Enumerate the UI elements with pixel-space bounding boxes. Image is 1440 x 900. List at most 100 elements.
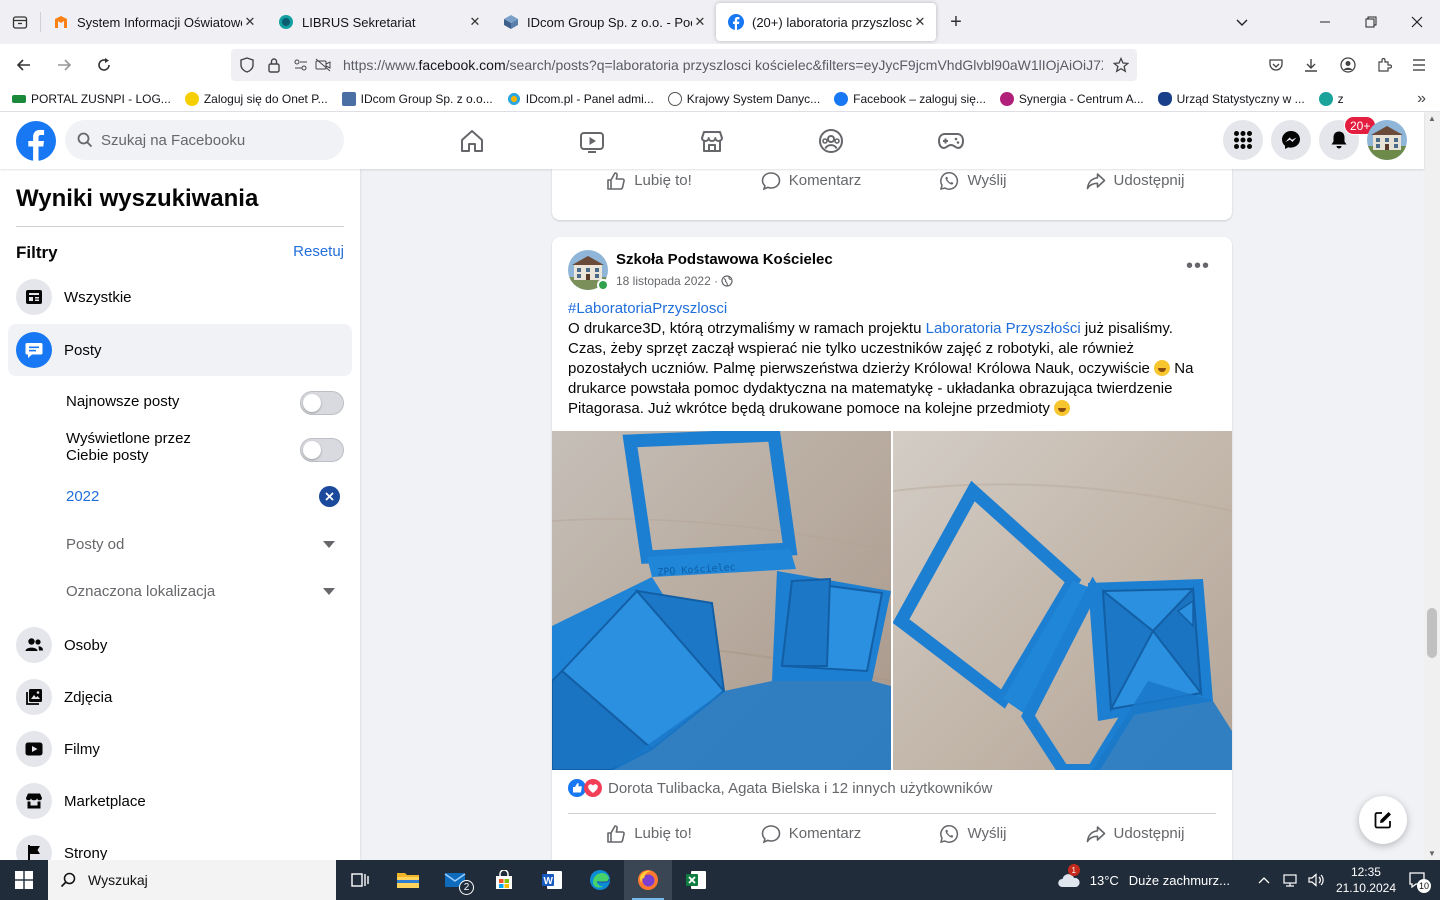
bookmark-item[interactable]: Krajowy System Danyc... <box>667 91 820 106</box>
firefox-icon[interactable] <box>624 860 672 900</box>
account-icon[interactable] <box>1330 49 1366 81</box>
close-tab-icon[interactable]: ✕ <box>467 14 483 30</box>
facebook-logo-icon[interactable] <box>16 121 56 161</box>
bookmark-item[interactable]: PORTAL ZUSNPI - LOG... <box>12 92 171 106</box>
excel-icon[interactable] <box>672 860 720 900</box>
new-message-button[interactable] <box>1359 796 1407 844</box>
show-hidden-icons-icon[interactable] <box>1258 875 1270 885</box>
weather-icon[interactable]: 1 <box>1056 864 1082 890</box>
comment-button[interactable]: Komentarz <box>730 169 892 200</box>
post-author-name[interactable]: Szkoła Podstawowa Kościelec <box>616 251 833 268</box>
bookmark-item[interactable]: Zaloguj się do Onet P... <box>184 91 328 106</box>
sidebar-item-photos[interactable]: Zdjęcia <box>8 671 352 723</box>
tab-list-icon[interactable] <box>0 0 40 44</box>
post-photo-1[interactable]: ZPO Kościelec <box>552 431 891 770</box>
reactions-summary[interactable]: Dorota Tulibacka, Agata Bielska i 12 inn… <box>568 779 992 797</box>
task-view-icon[interactable] <box>336 860 384 900</box>
tab-librus[interactable]: LIBRUS Sekretariat ✕ <box>266 3 491 41</box>
bookmark-item[interactable]: z <box>1318 91 1344 106</box>
reload-icon[interactable] <box>86 49 122 81</box>
forward-icon[interactable] <box>46 49 82 81</box>
sidebar-item-posts[interactable]: Posty <box>8 324 352 376</box>
messenger-icon[interactable] <box>1271 120 1311 160</box>
pocket-icon[interactable] <box>1258 49 1294 81</box>
permissions-icon[interactable] <box>293 58 309 72</box>
edge-icon[interactable] <box>576 860 624 900</box>
share-button[interactable]: Udostępnij <box>1054 814 1216 853</box>
sidebar-item-all[interactable]: Wszystkie <box>8 271 352 323</box>
windows-start-icon[interactable] <box>0 860 48 900</box>
clear-year-icon[interactable] <box>319 486 340 507</box>
tab-idcom[interactable]: IDcom Group Sp. z o.o. - Poczta ✕ <box>491 3 716 41</box>
bookmark-item[interactable]: IDcom.pl - Panel admi... <box>506 91 654 106</box>
camera-blocked-icon[interactable] <box>315 58 331 72</box>
new-tab-button[interactable]: + <box>936 3 976 41</box>
bookmark-item[interactable]: Facebook – zaloguj się... <box>834 91 986 106</box>
taskbar-search-input[interactable]: Wyszukaj <box>48 860 336 900</box>
sidebar-item-videos[interactable]: Filmy <box>8 723 352 775</box>
scroll-up-icon[interactable]: ▲ <box>1428 114 1436 123</box>
tagged-location-dropdown[interactable]: Oznaczona lokalizacja <box>66 583 215 600</box>
date-posted-filter[interactable]: 2022 <box>66 488 99 505</box>
clock[interactable]: 12:35 21.10.2024 <box>1336 864 1396 896</box>
menu-grid-icon[interactable] <box>1223 120 1263 160</box>
hashtag-link[interactable]: #LaboratoriaPrzyszlosci <box>568 300 727 317</box>
watch-icon[interactable] <box>571 122 613 160</box>
chevron-down-icon[interactable] <box>323 588 335 595</box>
seen-posts-toggle[interactable] <box>300 438 344 462</box>
like-button[interactable]: Lubię to! <box>568 814 730 853</box>
groups-icon[interactable] <box>810 122 852 160</box>
address-bar[interactable]: https://www.facebook.com/search/posts?q=… <box>231 49 1137 81</box>
comment-button[interactable]: Komentarz <box>730 814 892 853</box>
post-photo-2[interactable] <box>893 431 1232 770</box>
restore-icon[interactable] <box>1348 0 1394 44</box>
chevron-down-icon[interactable] <box>323 541 335 548</box>
sidebar-item-people[interactable]: Osoby <box>8 619 352 671</box>
send-whatsapp-button[interactable]: Wyślij <box>892 814 1054 853</box>
recent-posts-toggle[interactable] <box>300 391 344 415</box>
tab-facebook[interactable]: (20+) laboratoria przyszlosci kości ✕ <box>716 3 936 41</box>
tab-sio[interactable]: System Informacji Oświatowej ✕ <box>41 3 266 41</box>
posts-from-dropdown[interactable]: Posty od <box>66 536 124 553</box>
scrollbar-thumb[interactable] <box>1427 608 1437 658</box>
bookmark-star-icon[interactable] <box>1113 57 1129 73</box>
more-bookmarks-icon[interactable]: » <box>1417 90 1426 108</box>
temperature[interactable]: 13°C <box>1090 873 1119 888</box>
downloads-icon[interactable] <box>1293 49 1329 81</box>
notification-center-icon[interactable]: 10 <box>1408 871 1432 893</box>
sidebar-item-pages[interactable]: Strony <box>8 827 352 860</box>
close-tab-icon[interactable]: ✕ <box>242 14 258 30</box>
bookmark-item[interactable]: IDcom Group Sp. z o.o... <box>341 91 493 106</box>
gaming-icon[interactable] <box>930 122 972 160</box>
store-icon[interactable] <box>480 860 528 900</box>
facebook-search-input[interactable]: Szukaj na Facebooku <box>65 120 344 160</box>
bookmark-item[interactable]: Synergia - Centrum A... <box>999 91 1144 106</box>
network-icon[interactable] <box>1282 873 1298 887</box>
marketplace-icon[interactable] <box>691 122 733 160</box>
file-explorer-icon[interactable] <box>384 860 432 900</box>
scroll-down-icon[interactable]: ▼ <box>1428 849 1436 858</box>
minimize-icon[interactable] <box>1302 0 1348 44</box>
close-tab-icon[interactable]: ✕ <box>692 14 708 30</box>
reset-filters-link[interactable]: Resetuj <box>293 243 344 260</box>
list-all-tabs-icon[interactable] <box>1219 0 1265 44</box>
extensions-icon[interactable] <box>1366 49 1402 81</box>
bookmark-item[interactable]: Urząd Statystyczny w ... <box>1157 91 1305 106</box>
page-link[interactable]: Laboratoria Przyszłości <box>926 320 1081 337</box>
share-button[interactable]: Udostępnij <box>1054 169 1216 200</box>
close-tab-icon[interactable]: ✕ <box>912 14 928 30</box>
sidebar-item-marketplace[interactable]: Marketplace <box>8 775 352 827</box>
mail-icon[interactable]: 2 <box>432 860 480 900</box>
like-button[interactable]: Lubię to! <box>568 169 730 200</box>
lock-icon[interactable] <box>267 57 281 73</box>
word-icon[interactable]: W <box>528 860 576 900</box>
send-whatsapp-button[interactable]: Wyślij <box>892 169 1054 200</box>
close-window-icon[interactable] <box>1394 0 1440 44</box>
post-timestamp[interactable]: 18 listopada 2022 · <box>616 274 734 288</box>
page-scrollbar[interactable]: ▲ ▼ <box>1424 112 1440 860</box>
profile-avatar[interactable] <box>1367 120 1407 160</box>
back-icon[interactable] <box>6 49 42 81</box>
home-icon[interactable] <box>451 122 493 160</box>
tracking-shield-icon[interactable] <box>239 57 255 73</box>
post-options-button[interactable]: ••• <box>1184 252 1212 280</box>
